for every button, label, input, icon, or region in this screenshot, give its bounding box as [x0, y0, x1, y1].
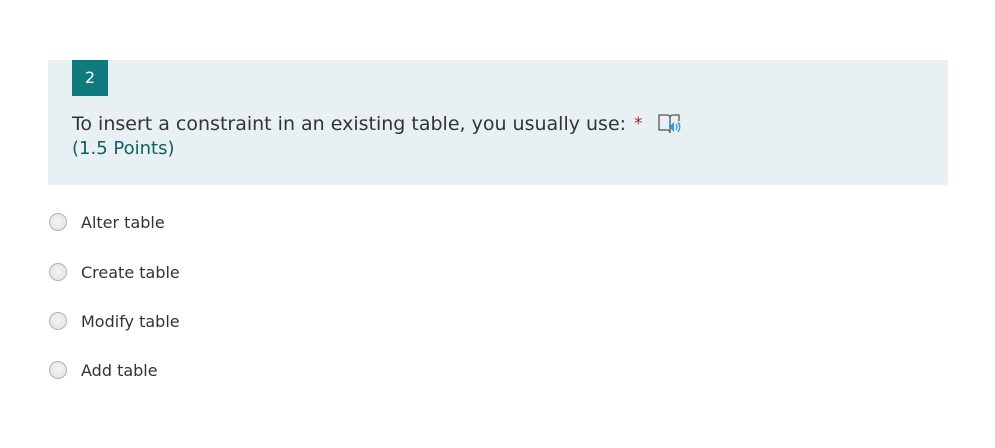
radio-button[interactable]	[49, 213, 67, 231]
question-title-row: To insert a constraint in an existing ta…	[72, 112, 683, 136]
option-label: Modify table	[81, 311, 180, 331]
immersive-reader-icon[interactable]	[657, 112, 683, 136]
question-header: 2 To insert a constraint in an existing …	[48, 60, 948, 185]
option-add-table[interactable]: Add table	[48, 356, 158, 384]
radio-button[interactable]	[49, 361, 67, 379]
question-number-badge: 2	[72, 60, 108, 96]
radio-button[interactable]	[49, 312, 67, 330]
question-points: (1.5 Points)	[72, 138, 175, 159]
option-label: Add table	[81, 360, 158, 380]
option-create-table[interactable]: Create table	[48, 258, 180, 286]
option-label: Create table	[81, 262, 180, 282]
required-marker: *	[634, 114, 643, 134]
option-label: Alter table	[81, 212, 165, 232]
option-modify-table[interactable]: Modify table	[48, 307, 180, 335]
radio-button[interactable]	[49, 263, 67, 281]
option-alter-table[interactable]: Alter table	[48, 208, 165, 236]
question-title: To insert a constraint in an existing ta…	[72, 113, 627, 135]
